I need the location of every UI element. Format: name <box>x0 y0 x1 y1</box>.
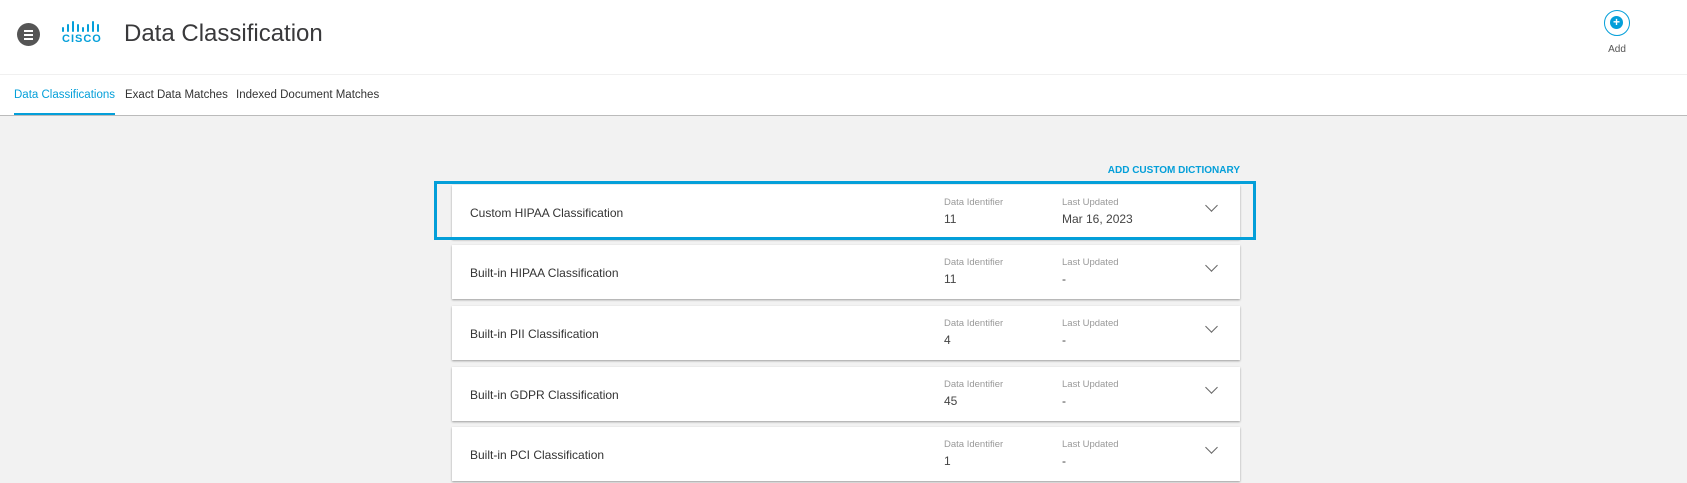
plus-icon: + <box>1610 16 1623 29</box>
last-updated-value: - <box>1062 333 1066 347</box>
chevron-down-icon[interactable] <box>1205 441 1218 454</box>
classification-name: Built-in PCI Classification <box>470 448 605 462</box>
page-title: Data Classification <box>124 20 323 47</box>
chevron-down-icon[interactable] <box>1205 320 1218 333</box>
last-updated-label: Last Updated <box>1062 439 1119 450</box>
chevron-down-icon[interactable] <box>1205 259 1218 272</box>
add-button[interactable]: + <box>1604 10 1630 36</box>
last-updated-value: - <box>1062 272 1066 286</box>
classification-card[interactable]: Built-in PCI Classification Data Identif… <box>452 427 1240 481</box>
add-label: Add <box>1608 44 1626 55</box>
last-updated-label: Last Updated <box>1062 318 1119 329</box>
cisco-logo-text: cisco <box>62 33 102 45</box>
classification-card[interactable]: Built-in HIPAA Classification Data Ident… <box>452 245 1240 299</box>
last-updated-label: Last Updated <box>1062 257 1119 268</box>
highlight-box <box>434 181 1256 240</box>
last-updated-value: - <box>1062 454 1066 468</box>
data-identifier-value: 1 <box>944 454 951 468</box>
data-identifier-label: Data Identifier <box>944 257 1004 268</box>
tab-bar: Data Classifications Exact Data Matches … <box>0 75 1687 116</box>
last-updated-label: Last Updated <box>1062 379 1119 390</box>
app-header: cisco Data Classification + Add <box>0 0 1687 75</box>
tab-indexed-document-matches[interactable]: Indexed Document Matches <box>236 89 379 101</box>
data-identifier-value: 45 <box>944 394 958 408</box>
tab-exact-data-matches[interactable]: Exact Data Matches <box>125 89 228 101</box>
classification-name: Built-in GDPR Classification <box>470 388 619 402</box>
chevron-down-icon[interactable] <box>1205 381 1218 394</box>
add-custom-dictionary-link[interactable]: ADD CUSTOM DICTIONARY <box>1108 165 1240 176</box>
classification-card[interactable]: Built-in PII Classification Data Identif… <box>452 306 1240 360</box>
data-identifier-label: Data Identifier <box>944 318 1004 329</box>
data-identifier-value: 4 <box>944 333 951 347</box>
classification-name: Built-in PII Classification <box>470 327 599 341</box>
classification-card[interactable]: Built-in GDPR Classification Data Identi… <box>452 367 1240 421</box>
tab-data-classifications[interactable]: Data Classifications <box>14 89 115 115</box>
hamburger-menu-button[interactable] <box>17 23 40 46</box>
data-identifier-label: Data Identifier <box>944 379 1004 390</box>
classification-name: Built-in HIPAA Classification <box>470 266 619 280</box>
data-identifier-value: 11 <box>944 272 957 286</box>
last-updated-value: - <box>1062 394 1066 408</box>
data-identifier-label: Data Identifier <box>944 439 1004 450</box>
